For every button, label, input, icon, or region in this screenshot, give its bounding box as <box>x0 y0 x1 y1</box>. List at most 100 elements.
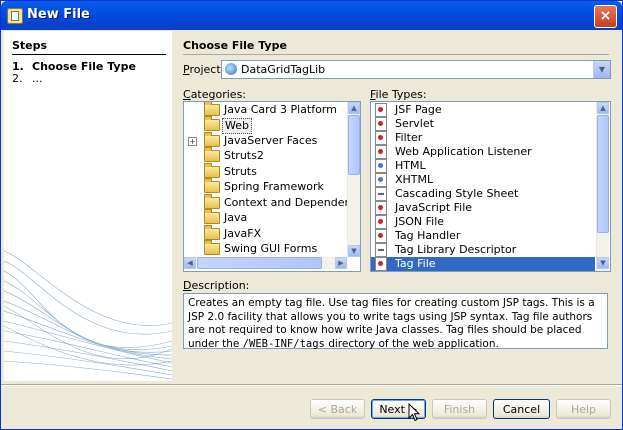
scroll-up-icon[interactable]: ▲ <box>597 102 609 114</box>
scroll-thumb[interactable] <box>597 115 609 233</box>
description-label: Description: <box>183 279 249 292</box>
finish-button[interactable]: Finish <box>432 399 487 419</box>
category-label: Swing GUI Forms <box>224 242 318 255</box>
file-type-label: Tag Library Descriptor <box>395 243 517 256</box>
category-label: Struts2 <box>224 149 264 162</box>
list-item[interactable]: Filter <box>371 131 595 145</box>
file-type-label: Servlet <box>395 117 434 130</box>
file-types-label-text: ile Types: <box>375 88 427 101</box>
chevron-down-icon[interactable]: ▼ <box>593 61 610 78</box>
step-1-label: Choose File Type <box>32 60 136 73</box>
category-label: Struts <box>224 165 257 178</box>
close-button[interactable]: × <box>594 5 617 28</box>
category-label: Web <box>222 118 252 134</box>
step-2-label: ... <box>32 72 43 85</box>
steps-divider <box>12 54 166 55</box>
description-tail: directory of the web application. <box>324 337 499 350</box>
filter-icon <box>375 131 387 145</box>
scroll-down-icon[interactable]: ▼ <box>597 257 609 269</box>
list-item[interactable]: JavaScript File <box>371 201 595 215</box>
folder-icon <box>204 132 220 147</box>
window-title: New File <box>27 7 90 22</box>
category-label: Context and Dependency Inje <box>224 196 361 209</box>
file-types-vertical-scrollbar[interactable]: ▲ ▼ <box>596 102 609 271</box>
scroll-down-icon[interactable]: ▼ <box>348 245 360 257</box>
scroll-left-icon[interactable]: ◀ <box>184 257 196 269</box>
project-combobox[interactable]: DataGridTagLib ▼ <box>221 60 611 79</box>
file-type-label: Cascading Style Sheet <box>395 187 519 200</box>
expand-icon[interactable]: + <box>188 137 197 146</box>
list-item[interactable]: HTML <box>371 159 595 173</box>
cancel-button[interactable]: Cancel <box>493 399 550 419</box>
file-type-label: JSF Page <box>395 103 442 116</box>
folder-icon <box>204 209 220 224</box>
section-divider <box>183 54 609 55</box>
folder-icon <box>204 147 220 162</box>
title-bar[interactable]: New File × <box>1 1 622 30</box>
jsf-page-icon <box>375 103 387 117</box>
project-globe-icon <box>225 63 237 75</box>
categories-label: Categories: <box>183 88 246 101</box>
xhtml-icon <box>375 173 387 187</box>
scroll-thumb[interactable] <box>348 115 360 175</box>
project-value: DataGridTagLib <box>241 63 326 76</box>
file-type-label: JSON File <box>395 215 445 228</box>
categories-list[interactable]: Java Card 3 Platform Web + JavaServer Fac… <box>183 101 361 272</box>
file-types-label: File Types: <box>370 88 427 101</box>
html-icon <box>375 159 387 173</box>
list-item[interactable]: Web Application Listener <box>371 145 595 159</box>
json-icon <box>375 215 387 229</box>
category-label: Spring Framework <box>224 180 324 193</box>
back-button[interactable]: < Back <box>310 399 365 419</box>
folder-icon <box>204 240 220 255</box>
scroll-right-icon[interactable]: ▶ <box>335 257 347 269</box>
folder-icon <box>204 163 220 178</box>
new-file-icon <box>7 8 23 24</box>
file-type-label: XHTML <box>395 173 434 186</box>
project-label-text: roject: <box>189 63 225 76</box>
list-item[interactable]: Cascading Style Sheet <box>371 187 595 201</box>
footer-divider-highlight <box>1 385 622 386</box>
step-2-number: 2. <box>12 72 23 85</box>
file-type-label: JavaScript File <box>395 201 473 214</box>
scroll-thumb[interactable] <box>197 257 322 269</box>
scroll-up-icon[interactable]: ▲ <box>348 102 360 114</box>
steps-heading: Steps <box>12 39 48 52</box>
category-label: JavaServer Faces <box>224 134 318 147</box>
category-label: Java Card 3 Platform <box>224 103 337 116</box>
list-item[interactable]: JSON File <box>371 215 595 229</box>
file-types-list[interactable]: JSF Page Servlet Filter Web Application … <box>370 101 611 272</box>
folder-icon <box>204 102 220 116</box>
help-button[interactable]: Help <box>556 399 611 419</box>
file-type-label: Tag Handler <box>395 229 461 242</box>
decorative-wave-graphic <box>4 250 172 380</box>
tld-icon <box>375 243 387 257</box>
folder-icon <box>204 178 220 193</box>
list-item[interactable]: Tag Library Descriptor <box>371 243 595 257</box>
list-item[interactable]: JSF Page <box>371 103 595 117</box>
file-type-label: Filter <box>395 131 423 144</box>
list-item[interactable]: XHTML <box>371 173 595 187</box>
list-item[interactable]: Servlet <box>371 117 595 131</box>
categories-horizontal-scrollbar[interactable]: ◀ ▶ <box>184 257 347 269</box>
folder-icon <box>204 194 220 209</box>
categories-vertical-scrollbar[interactable]: ▲ ▼ <box>347 102 360 257</box>
tag-file-icon <box>375 257 387 271</box>
description-path: /WEB-INF/tags <box>242 337 325 350</box>
javascript-icon <box>375 201 387 215</box>
tag-handler-icon <box>375 229 387 243</box>
description-text: Creates an empty tag file. Use tag files… <box>183 293 608 350</box>
file-type-label: HTML <box>395 159 426 172</box>
categories-label-text: ategories: <box>190 88 247 101</box>
steps-panel: Steps 1. Choose File Type 2.... <box>4 31 172 381</box>
listener-icon <box>375 145 387 159</box>
list-item[interactable]: Tag Handler <box>371 229 595 243</box>
servlet-icon <box>375 117 387 131</box>
css-icon <box>375 187 387 201</box>
new-file-dialog: New File × Steps 1. Choose File Type 2...… <box>0 0 623 430</box>
mouse-cursor-icon <box>408 403 421 422</box>
categories-label-mnemonic: C <box>183 88 191 101</box>
list-item-selected[interactable]: Tag File <box>371 257 595 271</box>
folder-icon <box>204 225 220 240</box>
content-panel: Choose File Type Project: DataGridTagLib… <box>173 31 618 383</box>
